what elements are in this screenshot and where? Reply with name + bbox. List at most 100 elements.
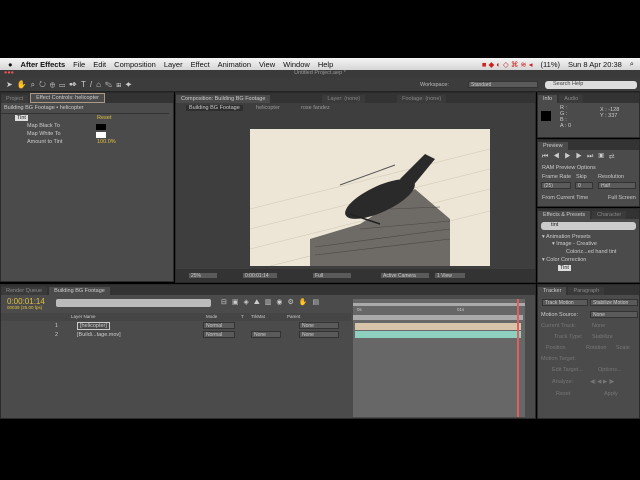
view-layout-select[interactable]: 1 View xyxy=(434,272,466,279)
color-swatch xyxy=(541,111,551,121)
current-track-select[interactable]: None xyxy=(592,323,605,329)
tree-colorized-hand-tint[interactable]: Coloriz...ed hand tint xyxy=(566,249,616,255)
stabilize-motion-button[interactable]: Stabilize Motion xyxy=(590,299,638,306)
menu-help[interactable]: Help xyxy=(318,60,333,69)
tab-preview[interactable]: Preview xyxy=(538,142,568,150)
map-black-label: Map Black To xyxy=(27,123,60,129)
map-white-swatch[interactable] xyxy=(96,132,106,138)
crumb-comp[interactable]: Building BG Footage xyxy=(186,105,243,111)
tool-icons[interactable]: ➤✋⌕↻⊕▭✒T/⌂✎⊞✦ xyxy=(6,80,136,90)
menu-layer[interactable]: Layer xyxy=(164,60,183,69)
composition-panel: Composition: Building BG Footage Layer: … xyxy=(175,92,536,283)
menu-animation[interactable]: Animation xyxy=(218,60,251,69)
rotation-checkbox[interactable]: Rotation xyxy=(586,345,607,351)
tab-layer[interactable]: Layer: (none) xyxy=(322,95,366,103)
tab-info[interactable]: Info xyxy=(538,95,558,103)
battery-status[interactable]: (11%) xyxy=(541,60,560,69)
menu-view[interactable]: View xyxy=(259,60,275,69)
tab-project[interactable]: Project xyxy=(1,95,29,103)
scale-checkbox[interactable]: Scale xyxy=(616,345,630,351)
comp-viewer-frame[interactable] xyxy=(250,129,490,266)
crumb-layer-2[interactable]: rose fandez xyxy=(301,105,330,111)
tab-character[interactable]: Character xyxy=(592,211,627,219)
tab-footage[interactable]: Footage: (none) xyxy=(397,95,447,103)
amount-to-tint-label: Amount to Tint xyxy=(27,139,63,145)
search-help-input[interactable]: Search Help xyxy=(545,81,637,89)
menu-bar: ● After Effects File Edit Composition La… xyxy=(0,58,640,70)
resolution-select[interactable]: Full xyxy=(312,272,352,279)
analyze-buttons[interactable]: ◀| ◀ ▶ |▶ xyxy=(590,379,614,385)
frame-rate-select[interactable]: (25) xyxy=(541,182,571,189)
tab-audio[interactable]: Audio xyxy=(559,95,584,103)
magnification-select[interactable]: 25% xyxy=(188,272,218,279)
crumb-layer[interactable]: helicopter xyxy=(256,105,280,111)
analyze-label: Analyze: xyxy=(552,379,574,385)
rgb-readout: R :G :B :A : 0 xyxy=(560,105,572,129)
ram-preview-options[interactable]: RAM Preview Options xyxy=(542,165,596,171)
track-motion-button[interactable]: Track Motion xyxy=(542,299,588,306)
window-title-bar: ●●● Untitled Project.aep * xyxy=(0,70,640,78)
map-black-swatch[interactable] xyxy=(96,124,106,130)
status-icons[interactable]: ■ ◆ ◐ ◇ ⌘ ≋ ◂ xyxy=(482,60,533,69)
tab-building-bg-footage[interactable]: Building BG Footage xyxy=(49,287,110,295)
xy-readout: X : -128 Y : 337 xyxy=(600,107,620,119)
menu-effect[interactable]: Effect xyxy=(191,60,210,69)
position-checkbox[interactable]: Position xyxy=(546,345,566,351)
tab-effect-controls[interactable]: Effect Controls: helicopter xyxy=(30,93,105,103)
current-time[interactable]: 0:00:01:14 xyxy=(242,272,278,279)
clock[interactable]: Sun 8 Apr 20:38 xyxy=(568,60,622,69)
reset-button[interactable]: Reset xyxy=(556,391,570,397)
parent-select: None xyxy=(299,331,339,338)
skip-select[interactable]: 0 xyxy=(575,182,593,189)
trkmat-select: None xyxy=(251,331,281,338)
work-area-bar[interactable] xyxy=(353,303,525,306)
map-white-label: Map White To xyxy=(27,131,61,137)
tab-tracker[interactable]: Tracker xyxy=(538,287,567,295)
tab-paragraph[interactable]: Paragraph xyxy=(568,287,605,295)
menu-composition[interactable]: Composition xyxy=(114,60,156,69)
table-row[interactable]: 2 [Buildi...tage.mov] Normal None None xyxy=(1,331,351,339)
frame-rate-label: Frame Rate xyxy=(542,174,572,180)
timeline-switch-icons[interactable]: ⊟▣◈⛰▥◉⚙✋▤ xyxy=(221,298,324,307)
tools-panel: ➤✋⌕↻⊕▭✒T/⌂✎⊞✦ Workspace: Standard Search… xyxy=(0,78,640,92)
spotlight-icon[interactable]: ⌕ xyxy=(630,59,634,69)
tree-tint[interactable]: Tint xyxy=(558,265,571,271)
effects-search-input[interactable]: tint xyxy=(541,222,636,230)
apple-icon[interactable]: ● xyxy=(8,60,13,69)
camera-select[interactable]: Active Camera xyxy=(380,272,430,279)
tree-image-creative[interactable]: ▾ Image - Creative xyxy=(552,241,597,247)
menu-edit[interactable]: Edit xyxy=(93,60,106,69)
tree-animation-presets[interactable]: ▾ Animation Presets xyxy=(542,234,591,240)
options-button[interactable]: Options... xyxy=(598,367,622,373)
from-current-time-checkbox[interactable]: From Current Time xyxy=(542,195,588,201)
motion-source-select[interactable]: None xyxy=(590,311,638,318)
app-menu[interactable]: After Effects xyxy=(21,60,66,69)
track-type-select[interactable]: Stabilize xyxy=(592,334,613,340)
tab-effects-presets[interactable]: Effects & Presets xyxy=(538,211,591,219)
track-type-label: Track Type: xyxy=(554,334,583,340)
layer-bar-building[interactable] xyxy=(355,331,521,338)
tree-color-correction[interactable]: ▾ Color Correction xyxy=(542,257,586,263)
timeline-fps: 00039 (25.00 fps) xyxy=(7,305,43,310)
apply-button[interactable]: Apply xyxy=(604,391,618,397)
workspace-select[interactable]: Standard xyxy=(468,81,538,88)
full-screen-checkbox[interactable]: Full Screen xyxy=(608,195,636,201)
reset-link[interactable]: Reset xyxy=(97,115,111,121)
playhead[interactable] xyxy=(517,299,519,417)
time-graph[interactable]: 0s 01s xyxy=(353,299,525,417)
menu-window[interactable]: Window xyxy=(283,60,310,69)
window-controls[interactable]: ●●● xyxy=(4,70,14,76)
resolution-preview-select[interactable]: Half xyxy=(598,182,636,189)
effect-name[interactable]: Tint xyxy=(15,115,28,121)
ruler-tick: 0s xyxy=(357,307,362,312)
table-row[interactable]: 1 [helicopter] Normal None xyxy=(1,322,351,330)
ruler[interactable] xyxy=(353,315,523,320)
layer-bar-helicopter[interactable] xyxy=(355,323,521,330)
tab-composition[interactable]: Composition: Building BG Footage xyxy=(176,95,271,103)
menu-file[interactable]: File xyxy=(73,60,85,69)
playback-controls[interactable]: ⏮◀▶▶⏭▣⇄ xyxy=(542,153,620,161)
edit-target-button[interactable]: Edit Target... xyxy=(552,367,583,373)
amount-to-tint-value[interactable]: 100.0% xyxy=(97,139,116,145)
timeline-search-input[interactable] xyxy=(56,299,211,307)
tab-render-queue[interactable]: Render Queue xyxy=(1,287,48,295)
